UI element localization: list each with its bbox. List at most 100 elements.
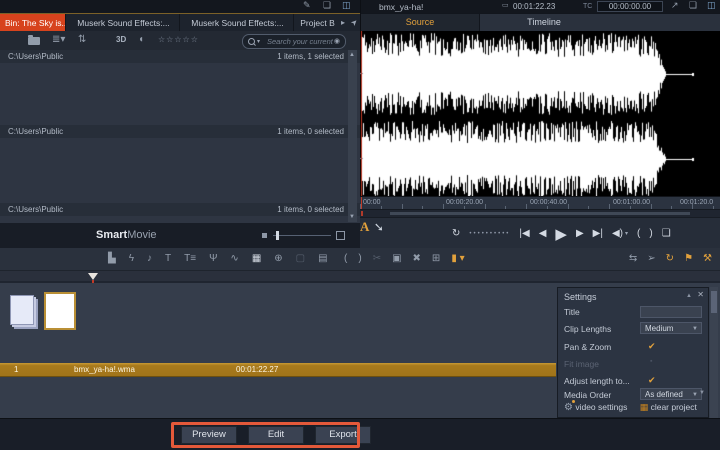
send-to-library-icon[interactable]: ⊞ xyxy=(432,254,440,264)
montage-icon[interactable]: ▦ xyxy=(252,254,261,264)
timecode-ruler[interactable]: 00:00 00:00:20.00 00:00:40.00 00:01:00.00 00… xyxy=(360,196,720,209)
waveform-canvas[interactable] xyxy=(360,31,720,196)
clear-project-button[interactable]: clear project xyxy=(651,402,697,412)
thumbnail-zoom-slider[interactable] xyxy=(273,235,331,236)
loop-playback-icon[interactable]: ↻ xyxy=(452,228,460,239)
folder-icon[interactable] xyxy=(28,35,40,45)
browser-scrollbar[interactable]: ▲ ▼ xyxy=(348,50,357,222)
storyboard-playhead-icon[interactable] xyxy=(88,273,98,280)
tab-muserk-2[interactable]: Muserk Sound Effects:... xyxy=(182,14,294,32)
pan-zoom-checkbox[interactable]: ✔ xyxy=(648,341,656,352)
browser-section-header[interactable]: C:\Users\Public 1 items, 1 selected xyxy=(0,50,360,63)
filter-icon[interactable]: ◉ xyxy=(334,37,340,45)
snapshot-icon[interactable]: ▣ xyxy=(392,254,401,264)
search-icon[interactable] xyxy=(248,38,255,45)
adjust-length-checkbox[interactable]: ✔ xyxy=(648,375,656,386)
search-input[interactable] xyxy=(265,35,335,48)
tab-source[interactable]: Source xyxy=(361,14,480,31)
selected-clip-thumbnail[interactable] xyxy=(44,292,76,330)
browser-section-header[interactable]: C:\Users\Public 1 items, 0 selected xyxy=(0,125,360,138)
loop-icon[interactable]: ↻ xyxy=(666,254,674,264)
cursor-tool-icon[interactable]: ➘ xyxy=(374,220,384,234)
view-3d-button[interactable]: 3D xyxy=(116,36,126,44)
tab-project-bin[interactable]: Project B xyxy=(296,14,339,32)
h-scroll-thumb[interactable] xyxy=(390,212,690,215)
jump-start-button[interactable]: |◀ xyxy=(519,228,529,239)
zoom-in-icon[interactable] xyxy=(336,231,345,240)
browser-section-body[interactable] xyxy=(0,138,348,203)
close-icon[interactable]: ✕ xyxy=(697,290,704,299)
collapse-icon[interactable]: ▲ xyxy=(686,293,692,299)
copy-icon[interactable]: ❏ xyxy=(323,1,331,10)
dual-pane-icon[interactable]: ◫ xyxy=(342,1,351,10)
zoom-slider-handle[interactable] xyxy=(276,231,279,240)
tag-icon[interactable]: ◖ xyxy=(138,35,144,45)
undock-button[interactable]: ❏ xyxy=(662,228,671,239)
extra-dropdown-icon[interactable]: ▼ xyxy=(699,390,705,396)
scorefitter-icon[interactable]: ♪ xyxy=(147,254,152,264)
volume-button[interactable]: ◀) xyxy=(612,228,623,239)
audio-mixer-icon[interactable]: ⇆ xyxy=(629,254,637,264)
razor-icon[interactable]: ✂ xyxy=(373,254,381,264)
clip-lengths-select[interactable]: Medium ▼ xyxy=(640,322,702,334)
loop-out-button[interactable]: ) xyxy=(649,228,652,239)
browser-section-header[interactable]: C:\Users\Public 1 items, 0 selected xyxy=(0,203,360,216)
scroll-down-icon[interactable]: ▼ xyxy=(349,214,355,220)
scroll-up-icon[interactable]: ▲ xyxy=(349,52,355,58)
pin-tab-icon[interactable]: ➤ xyxy=(349,17,360,28)
audio-ducking-icon[interactable]: ϟ xyxy=(129,254,134,264)
loop-in-button[interactable]: ( xyxy=(637,228,640,239)
clear-grid-icon[interactable]: ▦ xyxy=(640,402,649,412)
tab-timeline[interactable]: Timeline xyxy=(479,14,609,31)
send-to-timeline-icon[interactable]: ➢ xyxy=(647,254,655,264)
clip-stack-thumbnail[interactable] xyxy=(10,295,38,329)
volume-dropdown-icon[interactable]: ▾ xyxy=(625,230,628,237)
export-icon[interactable]: ↗ xyxy=(671,1,679,10)
smartmovie-bar[interactable]: SmartMovie xyxy=(0,222,360,248)
tab-bin-active[interactable]: Bin: The Sky is...× xyxy=(0,14,66,32)
rating-stars[interactable]: ☆☆☆☆☆ xyxy=(158,36,199,44)
audition-button[interactable]: A xyxy=(360,219,369,234)
keyboard-icon[interactable]: ▤ xyxy=(318,254,327,264)
title-input[interactable] xyxy=(640,306,702,318)
wrench-icon[interactable]: ⚒ xyxy=(703,254,712,264)
subtitle-icon[interactable]: T≡ xyxy=(184,254,196,264)
step-forward-button[interactable]: ▶ xyxy=(576,228,584,239)
fit-image-checkbox[interactable]: ▪ xyxy=(650,358,652,365)
audio-track-row[interactable]: 1 bmx_ya-ha!.wma 00:01:22.27 xyxy=(0,363,556,377)
zoom-out-icon[interactable] xyxy=(262,233,267,238)
shuttle-speed-control[interactable]: •••••••••• xyxy=(469,231,510,237)
delete-icon[interactable]: ✖ xyxy=(413,254,421,264)
globe-icon[interactable]: ⊕ xyxy=(274,254,282,264)
mark-out-icon[interactable]: ) xyxy=(358,254,361,264)
browser-section-body[interactable] xyxy=(0,63,348,125)
voiceover-icon[interactable]: Ψ xyxy=(209,254,217,264)
list-view-icon[interactable]: ≣▾ xyxy=(52,35,65,45)
title-icon[interactable]: T xyxy=(165,254,171,264)
player-h-scrollbar[interactable] xyxy=(360,209,720,217)
copy-icon[interactable]: ❏ xyxy=(689,1,697,10)
audio-waveform-preview[interactable] xyxy=(360,31,720,196)
jump-end-button[interactable]: ▶| xyxy=(593,228,603,239)
sort-icon[interactable]: ⇅ xyxy=(78,35,86,45)
mark-in-icon[interactable]: ( xyxy=(344,254,347,264)
marker-icon[interactable]: ▮ ▾ xyxy=(451,254,464,264)
bottom-panel-scrollbar[interactable] xyxy=(710,287,718,418)
timecode-field[interactable]: 00:00:00.00 xyxy=(597,1,663,12)
wave-icon[interactable]: ∿ xyxy=(230,254,238,264)
edit-pencil-icon[interactable]: ✎ xyxy=(303,1,311,10)
dual-pane-icon[interactable]: ◫ xyxy=(707,1,716,10)
playhead-line[interactable] xyxy=(361,197,362,209)
video-settings-button[interactable]: video settings xyxy=(575,402,627,412)
flag-icon[interactable]: ⚑ xyxy=(684,254,693,264)
tab-muserk-1[interactable]: Muserk Sound Effects:... xyxy=(68,14,180,32)
media-order-select[interactable]: As defined ▼ xyxy=(640,388,702,400)
disabled-tool-icon[interactable]: ▢ xyxy=(296,254,305,264)
play-button[interactable]: ▶ xyxy=(555,225,567,243)
search-dropdown-icon[interactable]: ▾ xyxy=(257,38,260,45)
storyboard-ruler-strip[interactable] xyxy=(0,271,720,285)
gear-icon[interactable]: ⚙ xyxy=(564,400,575,413)
navigator-icon[interactable]: ▙ xyxy=(108,254,116,264)
scroll-thumb[interactable] xyxy=(711,291,717,313)
tab-overflow-icon[interactable]: ▸ xyxy=(341,18,345,27)
